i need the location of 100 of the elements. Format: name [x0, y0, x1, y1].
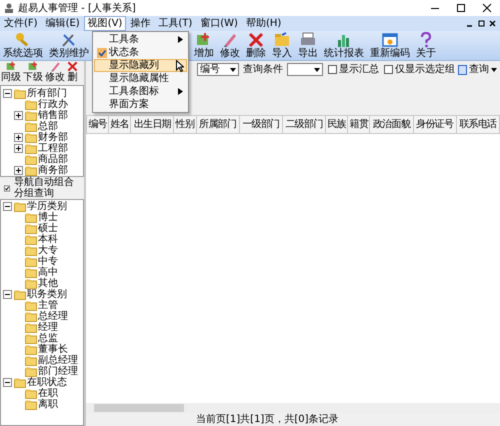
- tree-item[interactable]: 财务部: [3, 132, 81, 143]
- folder-icon: [25, 344, 37, 354]
- tree-item[interactable]: 副总经理: [3, 355, 81, 366]
- column-header[interactable]: 出生日期: [130, 116, 174, 134]
- menu-item[interactable]: 界面方案: [94, 98, 187, 111]
- tree-item[interactable]: 学历类别: [3, 201, 81, 212]
- menu-item[interactable]: 状态条: [94, 46, 187, 59]
- folder-icon: [14, 202, 26, 212]
- folder-icon: [25, 132, 37, 142]
- checkbox-label: 仅显示选定组: [395, 64, 455, 75]
- toolbar-button[interactable]: 类别维护: [48, 31, 90, 60]
- condition-dropdown[interactable]: [287, 63, 323, 76]
- toolbar-button[interactable]: 修改: [219, 31, 241, 60]
- delete-icon: [248, 32, 264, 48]
- collapse-icon[interactable]: [3, 89, 12, 98]
- expand-icon[interactable]: [14, 144, 23, 153]
- expand-icon[interactable]: [14, 111, 23, 120]
- tree-item[interactable]: 离职: [3, 399, 81, 410]
- tree-item[interactable]: 职务类别: [3, 289, 81, 300]
- menu-item[interactable]: 工具条: [94, 33, 187, 46]
- toolbar-button[interactable]: 系统选项: [2, 31, 44, 60]
- tree-item[interactable]: 硕士: [3, 223, 81, 234]
- checkbox[interactable]: [384, 65, 393, 74]
- close-icon[interactable]: [489, 20, 496, 27]
- tree-item[interactable]: 经理: [3, 322, 81, 333]
- menu-item[interactable]: 工具条图标: [94, 85, 187, 98]
- menu-item[interactable]: 窗口(W): [196, 16, 242, 31]
- toolbar-button[interactable]: 修改: [44, 61, 66, 85]
- expand-icon[interactable]: [14, 133, 23, 142]
- query-button[interactable]: 查询: [457, 63, 498, 76]
- menu-item[interactable]: 编辑(E): [42, 16, 84, 31]
- menu-item[interactable]: 工具(T): [154, 16, 196, 31]
- column-header[interactable]: 民族: [326, 116, 348, 134]
- toolbar-button[interactable]: 删除: [245, 31, 267, 60]
- tree-item[interactable]: 总监: [3, 333, 81, 344]
- tree-item[interactable]: 部门经理: [3, 366, 81, 377]
- toolbar-button[interactable]: 导出: [297, 31, 319, 60]
- folder-icon: [25, 278, 37, 288]
- column-header[interactable]: 编号: [86, 116, 109, 134]
- checkbox[interactable]: [328, 65, 337, 74]
- dropdown-arrow-icon: [314, 68, 320, 72]
- collapse-icon[interactable]: [3, 378, 12, 387]
- restore-icon[interactable]: [478, 20, 485, 27]
- folder-icon: [274, 32, 290, 48]
- tree-item[interactable]: 总经理: [3, 311, 81, 322]
- toolbar-button[interactable]: 重新编码: [369, 31, 411, 60]
- menu-item[interactable]: 文件(F): [0, 16, 42, 31]
- tree-item[interactable]: 大专: [3, 245, 81, 256]
- toolbar-button[interactable]: 关于: [415, 31, 437, 60]
- tree-item[interactable]: 董事长: [3, 344, 81, 355]
- tree-item[interactable]: 在职状态: [3, 377, 81, 388]
- add-icon: [196, 32, 212, 48]
- tree-item[interactable]: 中专: [3, 256, 81, 267]
- toolbar-button[interactable]: 同级: [0, 61, 22, 85]
- maximize-icon[interactable]: [456, 3, 466, 13]
- app-icon: [4, 3, 14, 13]
- menu-item[interactable]: 帮助(H): [242, 16, 286, 31]
- column-header[interactable]: 政治面貌: [370, 116, 414, 134]
- tree-item[interactable]: 其他: [3, 278, 81, 289]
- column-header[interactable]: 籍贯: [348, 116, 370, 134]
- tree-item[interactable]: 主管: [3, 300, 81, 311]
- toolbar-button[interactable]: 统计报表: [323, 31, 365, 60]
- toolbar-button[interactable]: 导入: [271, 31, 293, 60]
- expand-icon[interactable]: [14, 166, 23, 175]
- column-header[interactable]: 所属部门: [196, 116, 240, 134]
- field-dropdown[interactable]: 编号: [197, 63, 239, 76]
- tree-item[interactable]: 行政办: [3, 99, 81, 110]
- menu-item[interactable]: 显示隐藏列: [94, 59, 187, 72]
- column-header[interactable]: 身份证号: [413, 116, 456, 134]
- tree-item[interactable]: 工程部: [3, 143, 81, 154]
- close-icon[interactable]: [482, 3, 492, 13]
- tree-item[interactable]: 所有部门: [3, 88, 81, 99]
- add-icon: [6, 61, 16, 72]
- collapse-icon[interactable]: [3, 290, 12, 299]
- column-header[interactable]: 一级部门: [239, 116, 282, 134]
- dropdown-arrow-icon: [230, 68, 236, 72]
- toolbar-button[interactable]: 删: [66, 61, 79, 85]
- column-header[interactable]: 姓名: [108, 116, 131, 134]
- tree-item[interactable]: 本科: [3, 234, 81, 245]
- tree-item[interactable]: 销售部: [3, 110, 81, 121]
- tree-item[interactable]: 商品部: [3, 154, 81, 165]
- collapse-icon[interactable]: [3, 202, 12, 211]
- column-header[interactable]: 二级部门: [282, 116, 326, 134]
- toolbar-button[interactable]: 增加: [193, 31, 215, 60]
- menu-item[interactable]: 视图(V): [84, 16, 126, 31]
- checkbox[interactable]: [4, 184, 10, 192]
- add-icon: [28, 61, 38, 72]
- tree-item[interactable]: 总部: [3, 121, 81, 132]
- tree-item[interactable]: 高中: [3, 267, 81, 278]
- folder-icon: [25, 268, 37, 278]
- tools-icon: [61, 32, 77, 48]
- tree-item[interactable]: 在职: [3, 388, 81, 399]
- menu-item[interactable]: 显示隐藏属性: [94, 72, 187, 85]
- folder-icon: [25, 166, 37, 176]
- toolbar-button[interactable]: 下级: [22, 61, 44, 85]
- tree-item[interactable]: 博士: [3, 212, 81, 223]
- menu-item[interactable]: 操作: [126, 16, 154, 31]
- tree-item[interactable]: 商务部: [3, 165, 81, 176]
- column-header[interactable]: 联系电话: [456, 116, 500, 134]
- column-header[interactable]: 性别: [174, 116, 196, 134]
